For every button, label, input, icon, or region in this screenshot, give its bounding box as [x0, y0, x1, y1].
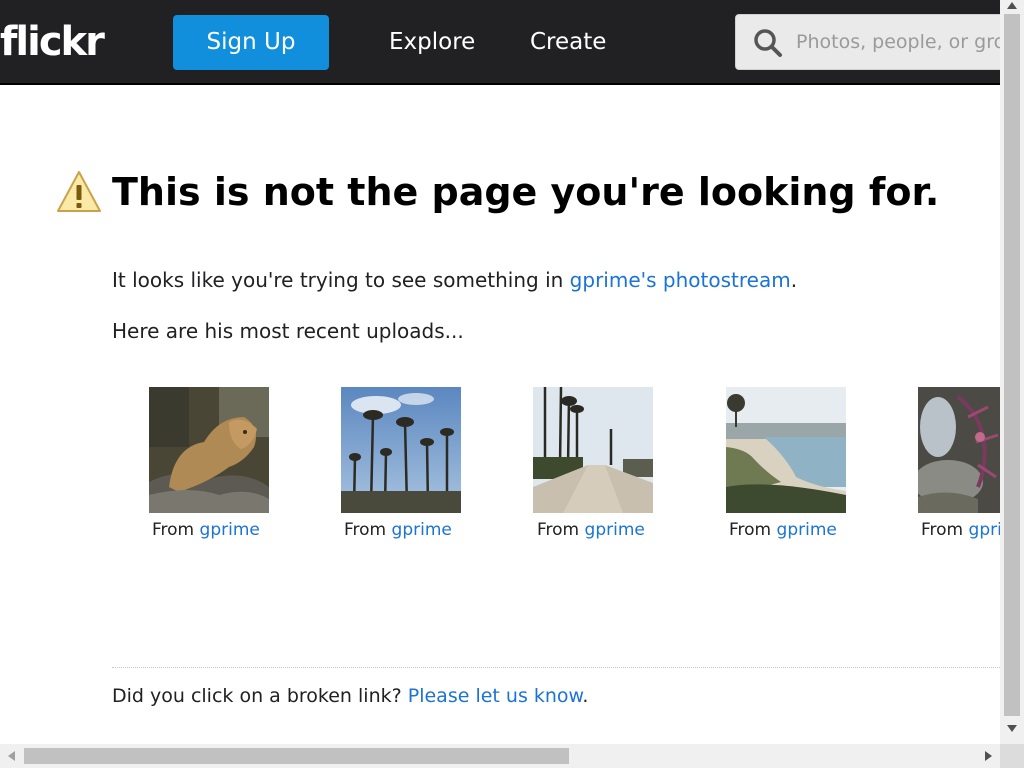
message-prefix: It looks like you're trying to see somet… [112, 268, 570, 292]
horizontal-scrollbar[interactable] [0, 744, 1000, 768]
vertical-scrollbar[interactable] [1000, 0, 1024, 744]
footer-divider [112, 667, 1000, 668]
upload-caption: From gprime [729, 518, 837, 542]
caption-from: From [729, 520, 772, 540]
broken-link-footer: Did you click on a broken link? Please l… [112, 683, 588, 709]
horizontal-scroll-thumb[interactable] [24, 748, 569, 764]
scroll-down-arrow-icon[interactable] [1007, 725, 1017, 732]
upload-caption: From gprime [344, 518, 452, 542]
upload-user-link[interactable]: gprime [392, 520, 452, 540]
warning-icon [57, 171, 101, 212]
caption-from: From [344, 520, 387, 540]
scroll-up-arrow-icon[interactable] [1007, 2, 1017, 9]
message-suffix: . [790, 268, 798, 292]
upload-caption: From gprime [921, 518, 1000, 542]
nav-explore-link[interactable]: Explore [389, 26, 475, 58]
upload-thumbnail-seadragon[interactable] [918, 387, 1000, 513]
caption-from: From [537, 520, 580, 540]
upload-user-link[interactable]: gprime [200, 520, 260, 540]
upload-thumbnail-coastline[interactable] [726, 387, 846, 513]
search-icon[interactable] [752, 27, 784, 59]
caption-from: From [921, 520, 964, 540]
scrollbar-corner [1000, 744, 1024, 768]
recent-uploads-intro: Here are his most recent uploads... [112, 319, 464, 343]
upload-thumbnail-lioness[interactable] [149, 387, 269, 513]
caption-from: From [152, 520, 195, 540]
search-box[interactable] [735, 14, 1000, 70]
flickr-logo[interactable]: flickr [0, 18, 105, 66]
sign-up-button[interactable]: Sign Up [173, 15, 329, 70]
upload-user-link[interactable]: gprime [969, 520, 1000, 540]
page-title: This is not the page you're looking for. [112, 170, 940, 214]
upload-thumbnail-palm-trees[interactable] [341, 387, 461, 513]
footer-suffix: . [582, 685, 589, 707]
top-navigation-bar: flickr Sign Up Explore Create [0, 0, 1000, 85]
vertical-scroll-thumb[interactable] [1004, 14, 1020, 716]
page-viewport: flickr Sign Up Explore Create This is no… [0, 0, 1000, 744]
scroll-left-arrow-icon[interactable] [8, 751, 15, 761]
photostream-message: It looks like you're trying to see somet… [112, 266, 797, 294]
footer-text: Did you click on a broken link? [112, 685, 408, 707]
nav-create-link[interactable]: Create [530, 26, 606, 58]
upload-user-link[interactable]: gprime [777, 520, 837, 540]
scroll-right-arrow-icon[interactable] [985, 751, 992, 761]
upload-user-link[interactable]: gprime [585, 520, 645, 540]
report-broken-link[interactable]: Please let us know [408, 685, 583, 707]
upload-caption: From gprime [152, 518, 260, 542]
search-input[interactable] [796, 15, 1000, 69]
upload-thumbnail-boardwalk[interactable] [533, 387, 653, 513]
upload-caption: From gprime [537, 518, 645, 542]
photostream-link[interactable]: gprime's photostream [570, 268, 791, 292]
